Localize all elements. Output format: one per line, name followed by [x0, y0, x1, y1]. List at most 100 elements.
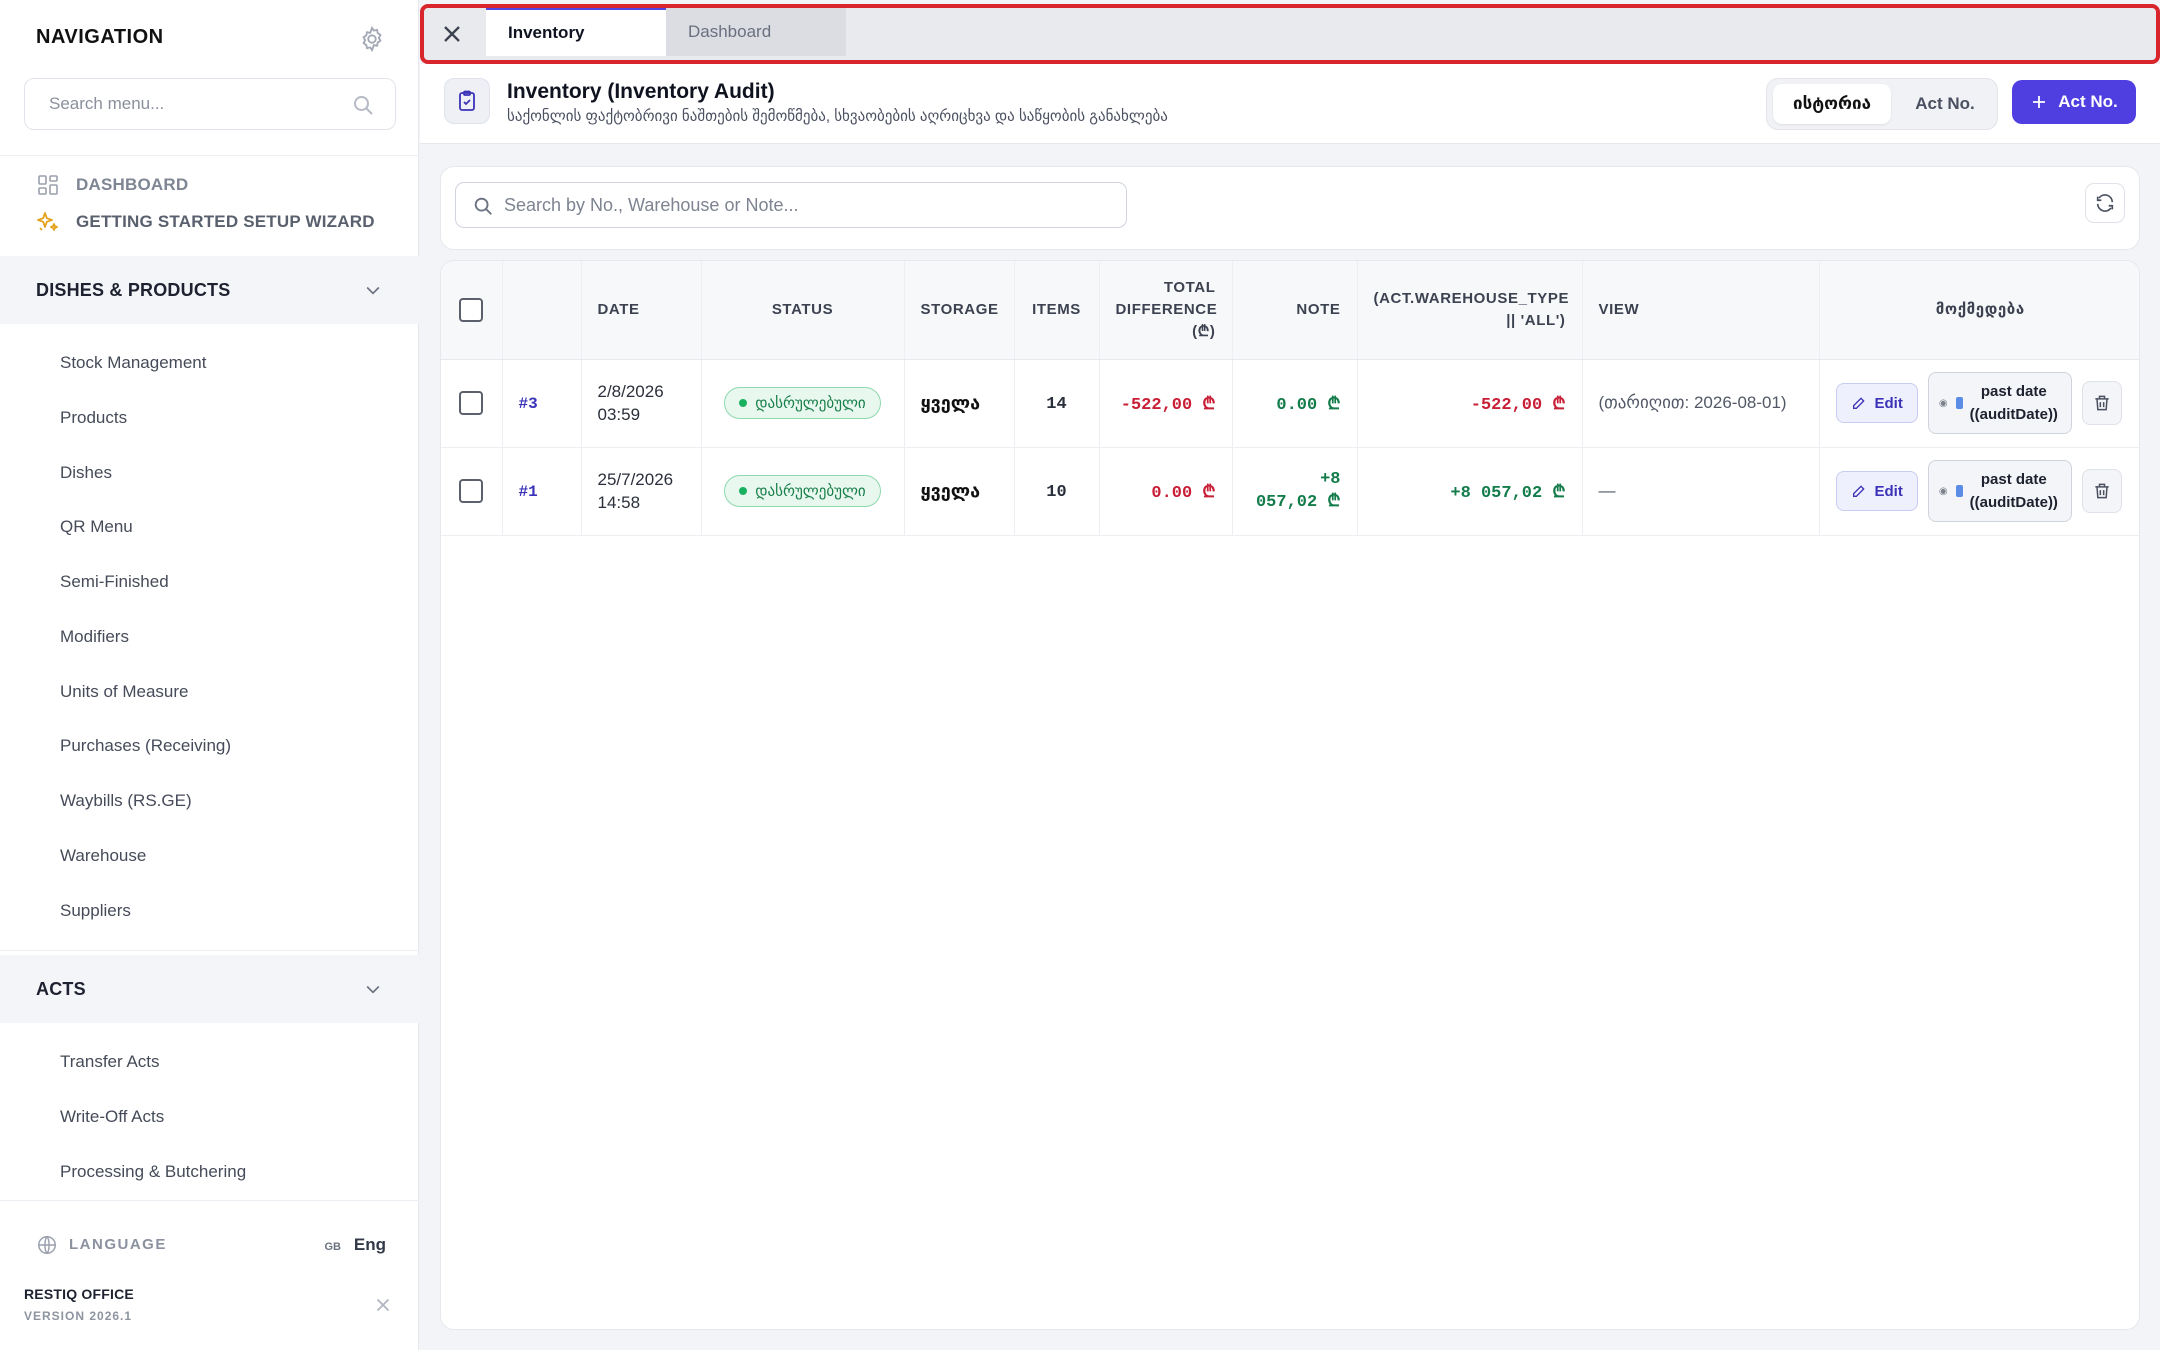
- past-date-button[interactable]: ◉ past date ((auditDate)): [1927, 372, 2072, 434]
- toggle-history[interactable]: ისტორია: [1773, 84, 1891, 124]
- sidebar-item-purchases[interactable]: Purchases (Receiving): [60, 736, 231, 756]
- sidebar: NAVIGATION DASHBOARD GETTING STARTED SET…: [0, 0, 419, 1350]
- sidebar-item-suppliers[interactable]: Suppliers: [60, 901, 131, 921]
- column-header-total-difference: TOTAL DIFFERENCE (₾): [1115, 278, 1218, 340]
- status-text: დასრულებული: [755, 395, 866, 412]
- sidebar-item-products[interactable]: Products: [60, 408, 127, 428]
- warehouse-type-value: -522,00 ₾: [1470, 396, 1566, 415]
- row-actions: Edit ◉ past date ((auditDate)): [1835, 460, 2126, 522]
- note-value: 0.00 ₾: [1276, 396, 1341, 415]
- divider: [0, 1200, 419, 1201]
- sidebar-search: [24, 78, 396, 130]
- status-badge: დასრულებული: [724, 387, 881, 419]
- calendar-icon: [1955, 485, 1963, 497]
- divider: [0, 950, 419, 951]
- section-label: DISHES & PRODUCTS: [36, 279, 231, 300]
- flag-icon: GB: [324, 1241, 342, 1253]
- sidebar-item-transfer-acts[interactable]: Transfer Acts: [60, 1052, 160, 1072]
- act-number-link[interactable]: #3: [519, 395, 538, 413]
- language-value: Eng: [353, 1235, 386, 1254]
- table-row: #1 25/7/2026 14:58 დასრულებული ყველა 10 …: [441, 447, 2139, 536]
- sidebar-item-modifiers[interactable]: Modifiers: [60, 627, 129, 647]
- eye-icon: ◉: [1938, 397, 1948, 409]
- sidebar-item-waybills[interactable]: Waybills (RS.GE): [60, 791, 192, 811]
- section-acts[interactable]: ACTS: [0, 955, 419, 1023]
- globe-icon: [38, 1236, 56, 1254]
- total-difference-value: 0.00 ₾: [1151, 484, 1216, 503]
- chevron-down-icon: [366, 985, 380, 994]
- sidebar-item-setup-wizard[interactable]: GETTING STARTED SETUP WIZARD: [36, 209, 375, 235]
- gear-icon[interactable]: [358, 25, 386, 53]
- section-dishes-products[interactable]: DISHES & PRODUCTS: [0, 256, 419, 324]
- page-header: Inventory (Inventory Audit) საქონლის ფაქ…: [420, 64, 2160, 144]
- note-value: +8 057,02 ₾: [1255, 470, 1341, 512]
- tab-label: Inventory: [508, 23, 585, 42]
- edit-label: Edit: [1874, 394, 1903, 412]
- page-title: Inventory (Inventory Audit): [507, 80, 775, 103]
- clipboard-check-icon: [444, 78, 490, 124]
- select-all-checkbox[interactable]: [459, 297, 484, 322]
- sidebar-item-write-off-acts[interactable]: Write-Off Acts: [60, 1107, 164, 1127]
- tab-dashboard[interactable]: Dashboard: [666, 8, 846, 56]
- page-subtitle: საქონლის ფაქტობრივი ნაშთების შემოწმება, …: [507, 108, 1168, 125]
- toggle-act-no[interactable]: Act No.: [1897, 84, 1993, 124]
- plus-icon: [2033, 96, 2046, 108]
- table-row: #3 2/8/2026 03:59 დასრულებული ყველა 14 -…: [441, 359, 2139, 448]
- refresh-button[interactable]: [2085, 183, 2125, 223]
- sidebar-item-processing[interactable]: Processing & Butchering: [60, 1162, 246, 1182]
- row-checkbox[interactable]: [459, 391, 484, 415]
- edit-button[interactable]: Edit: [1835, 471, 1918, 511]
- edit-button[interactable]: Edit: [1835, 383, 1918, 423]
- delete-button[interactable]: [2081, 469, 2122, 513]
- sidebar-item-qr-menu[interactable]: QR Menu: [60, 517, 133, 537]
- row-checkbox[interactable]: [459, 479, 484, 503]
- select-all-cell: [441, 261, 503, 360]
- sidebar-item-warehouse[interactable]: Warehouse: [60, 846, 146, 866]
- sidebar-search-input[interactable]: [49, 79, 349, 129]
- app-version: VERSION 2026.1: [24, 1309, 133, 1323]
- act-date: 25/7/2026 14:58: [597, 470, 674, 512]
- search-icon: [474, 197, 492, 215]
- storage-value: ყველა: [920, 480, 981, 501]
- new-act-button[interactable]: Act No.: [2012, 80, 2136, 124]
- audit-table: DATE STATUS STORAGE ITEMS TOTAL DIFFEREN…: [441, 261, 2139, 536]
- table-header-row: DATE STATUS STORAGE ITEMS TOTAL DIFFEREN…: [441, 261, 2139, 360]
- search-input[interactable]: [504, 183, 1104, 227]
- past-date-label: past date ((auditDate)): [1969, 471, 2058, 511]
- sparkles-icon: [37, 212, 58, 231]
- act-number-link[interactable]: #1: [519, 483, 538, 501]
- view-toggle: ისტორია Act No.: [1766, 78, 1998, 130]
- column-header-storage: STORAGE: [920, 300, 999, 318]
- divider: [0, 155, 419, 156]
- column-header-note: NOTE: [1296, 300, 1341, 318]
- close-icon[interactable]: [372, 1294, 394, 1316]
- search-icon: [354, 96, 373, 115]
- trash-icon: [2095, 483, 2109, 499]
- audit-table-card: DATE STATUS STORAGE ITEMS TOTAL DIFFEREN…: [440, 260, 2140, 1330]
- refresh-icon: [2096, 194, 2114, 212]
- trash-icon: [2095, 395, 2109, 411]
- close-icon[interactable]: [438, 20, 466, 48]
- brand-name: RESTIQ OFFICE: [24, 1286, 134, 1302]
- sidebar-item-stock-management[interactable]: Stock Management: [60, 353, 206, 373]
- sidebar-item-dishes[interactable]: Dishes: [60, 463, 112, 483]
- search-box: [455, 182, 1127, 228]
- sidebar-item-units-of-measure[interactable]: Units of Measure: [60, 682, 189, 702]
- view-value: —: [1598, 481, 1616, 500]
- column-header-warehouse-type: (ACT.WAREHOUSE_TYPE || 'ALL'): [1373, 289, 1570, 329]
- sidebar-item-semi-finished[interactable]: Semi-Finished: [60, 572, 169, 592]
- tab-inventory[interactable]: Inventory: [486, 8, 666, 56]
- past-date-button[interactable]: ◉ past date ((auditDate)): [1927, 460, 2072, 522]
- column-header-items: ITEMS: [1032, 300, 1081, 318]
- tab-label: Dashboard: [688, 22, 772, 41]
- status-badge: დასრულებული: [724, 475, 881, 507]
- sidebar-title: NAVIGATION: [36, 26, 164, 48]
- chevron-down-icon: [366, 286, 380, 295]
- delete-button[interactable]: [2081, 381, 2122, 425]
- sidebar-item-label: DASHBOARD: [76, 175, 189, 194]
- items-count: 14: [1046, 394, 1067, 414]
- row-actions: Edit ◉ past date ((auditDate)): [1835, 372, 2126, 434]
- sidebar-item-dashboard[interactable]: DASHBOARD: [36, 172, 188, 198]
- language-selector[interactable]: LANGUAGE GB Eng: [36, 1232, 386, 1260]
- items-count: 10: [1046, 482, 1067, 502]
